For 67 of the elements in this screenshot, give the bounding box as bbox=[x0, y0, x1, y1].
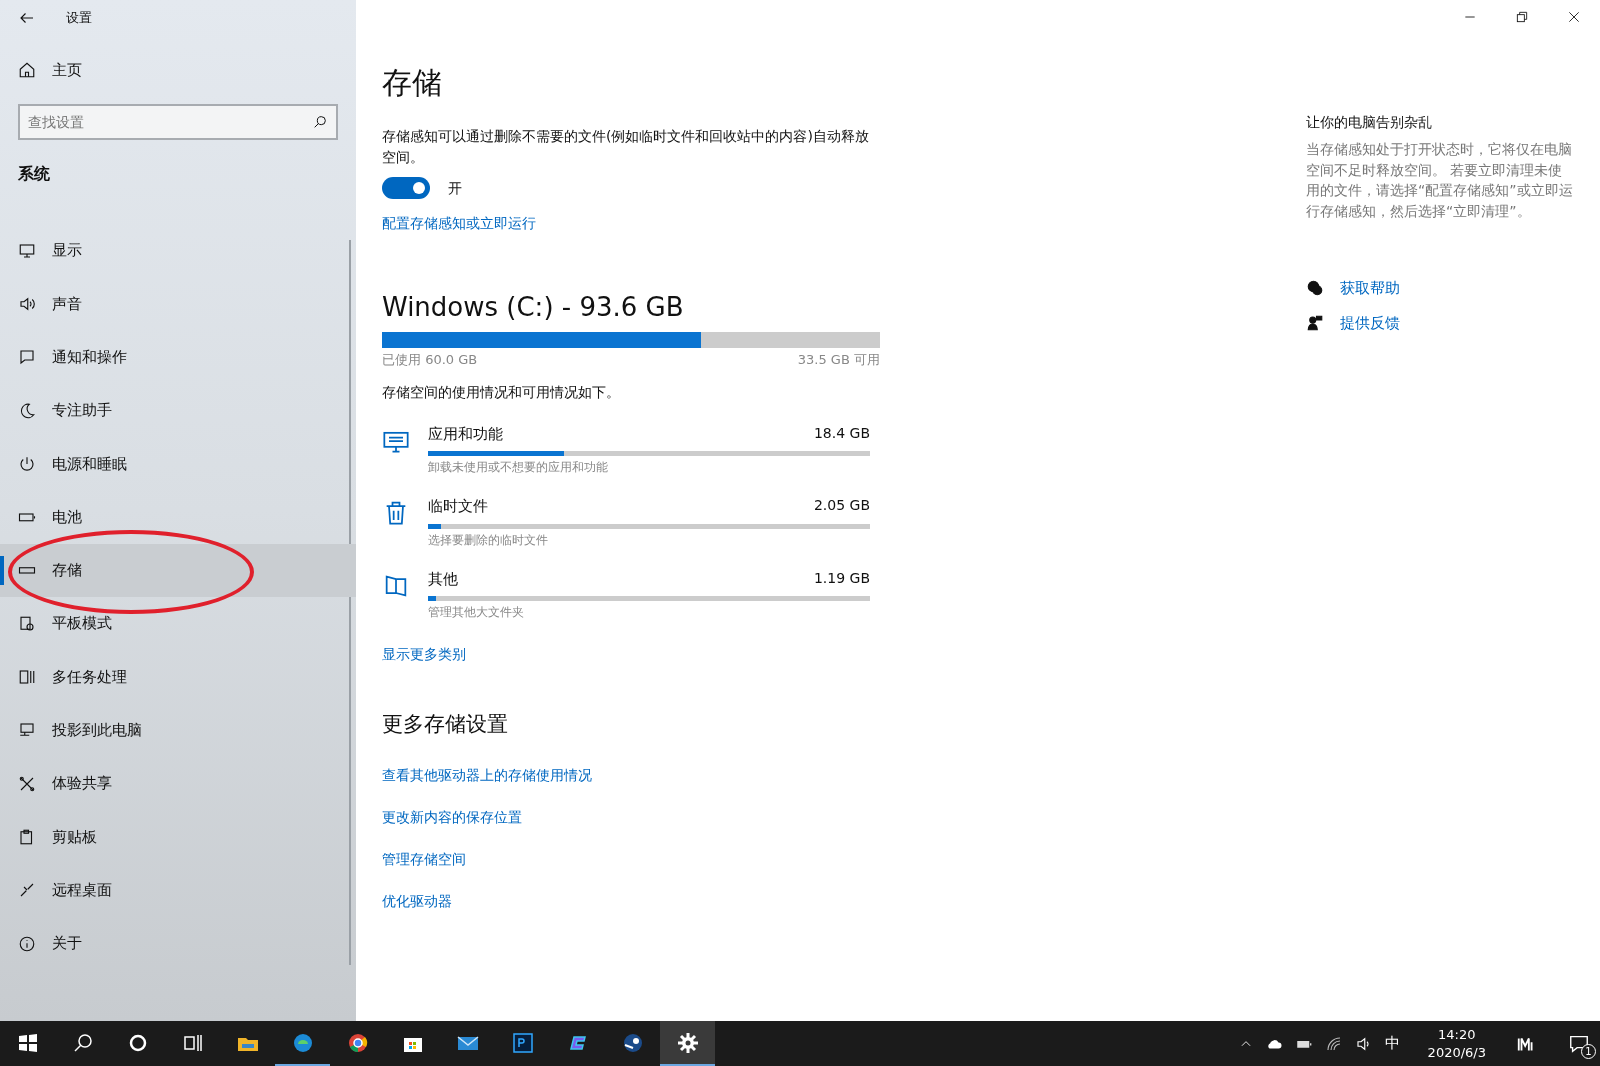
category-size: 1.19 GB bbox=[813, 568, 870, 588]
image-editor-icon bbox=[510, 1030, 535, 1055]
section-heading: 系统 bbox=[17, 163, 50, 185]
used-space-text: 已使用 60.0 GB bbox=[382, 351, 478, 369]
sidebar-item[interactable]: 多任务处理 bbox=[0, 650, 356, 704]
sidebar-item[interactable]: 声音 bbox=[0, 277, 356, 331]
search-field[interactable]: 查找设置 bbox=[18, 104, 338, 140]
show-more-link[interactable]: 显示更多类别 bbox=[382, 646, 466, 662]
panel-heading: 让你的电脑告别杂乱 bbox=[1306, 113, 1432, 132]
feedback-icon bbox=[1306, 313, 1324, 332]
usage-note: 存储空间的使用情况和可用情况如下。 bbox=[382, 382, 620, 402]
close-icon[interactable] bbox=[1567, 10, 1581, 24]
settings-link[interactable]: 查看其他驱动器上的存储使用情况 bbox=[382, 766, 592, 783]
category-size: 2.05 GB bbox=[813, 496, 870, 515]
clock-time[interactable]: 14:20 bbox=[1427, 1025, 1486, 1044]
panel-text: 当存储感知处于打开状态时，它将仅在电脑空间不足时释放空间。 若要立即清理未使用的文件，请选择“配置存储感知”或立即运行存储感知，然后选择“立即清理”。 bbox=[1306, 140, 1574, 221]
restore-icon[interactable] bbox=[1515, 10, 1529, 24]
sidebar-item[interactable]: 电源和睡眠 bbox=[0, 437, 356, 491]
power-icon bbox=[18, 454, 36, 473]
notification-count: 1 bbox=[1581, 1043, 1596, 1059]
category-name[interactable]: 应用和功能 bbox=[428, 422, 503, 445]
window-title: 设置 bbox=[66, 9, 92, 28]
sidebar-item[interactable]: 平板模式 bbox=[0, 597, 356, 651]
sidebar-item[interactable]: 显示 bbox=[0, 224, 356, 278]
tablet-icon bbox=[18, 614, 36, 633]
category-hint: 管理其他大文件夹 bbox=[428, 604, 524, 621]
category-name[interactable]: 临时文件 bbox=[428, 495, 488, 518]
free-space-text: 33.5 GB 可用 bbox=[797, 351, 880, 369]
description-text: 存储感知可以通过删除不需要的文件(例如临时文件和回收站中的内容)自动释放空间。 bbox=[382, 127, 870, 167]
home-link[interactable]: 主页 bbox=[52, 58, 82, 82]
multitask-icon bbox=[18, 668, 36, 686]
display-icon bbox=[18, 241, 36, 260]
category-size: 18.4 GB bbox=[813, 423, 870, 443]
category-hint: 卸载未使用或不想要的应用和功能 bbox=[428, 459, 608, 476]
clock-date[interactable]: 2020/6/3 bbox=[1427, 1043, 1486, 1062]
settings-link[interactable]: 优化驱动器 bbox=[382, 892, 452, 909]
wifi-icon[interactable] bbox=[1324, 1034, 1343, 1053]
settings-link[interactable]: 管理存储空间 bbox=[382, 850, 466, 867]
search-icon[interactable] bbox=[312, 114, 328, 130]
page-title: 存储 bbox=[382, 64, 442, 102]
sidebar-item[interactable]: 专注助手 bbox=[0, 383, 356, 438]
sidebar-item[interactable]: 通知和操作 bbox=[0, 330, 356, 384]
notify-icon bbox=[18, 348, 36, 367]
category-hint: 选择要删除的临时文件 bbox=[428, 531, 548, 549]
drive-title: Windows (C:) - 93.6 GB bbox=[382, 291, 684, 324]
settings-link[interactable]: 更改新内容的保存位置 bbox=[382, 808, 522, 825]
sidebar-item[interactable]: 电池 bbox=[0, 490, 356, 544]
sidebar-item[interactable]: 存储 bbox=[0, 543, 356, 598]
sidebar-item[interactable]: 远程桌面 bbox=[0, 863, 356, 917]
sidebar-item[interactable]: 剪贴板 bbox=[0, 810, 356, 864]
sidebar-item[interactable]: 关于 bbox=[0, 916, 356, 971]
settings-icon bbox=[675, 1030, 700, 1055]
panel-link[interactable]: 获取帮助 bbox=[1340, 277, 1400, 300]
section-heading: 更多存储设置 bbox=[382, 711, 508, 738]
about-icon bbox=[18, 934, 36, 953]
input-method-indicator[interactable]: 中 bbox=[1384, 1032, 1400, 1055]
toggle-label: 开 bbox=[448, 178, 462, 198]
focus-icon bbox=[18, 401, 36, 420]
home-icon[interactable] bbox=[18, 61, 36, 79]
configure-link[interactable]: 配置存储感知或立即运行 bbox=[382, 215, 536, 231]
category-name[interactable]: 其他 bbox=[428, 567, 458, 590]
taskbar-button[interactable] bbox=[660, 1021, 715, 1066]
share-icon bbox=[18, 774, 36, 793]
sidebar-item[interactable]: 体验共享 bbox=[0, 756, 356, 811]
panel-link[interactable]: 提供反馈 bbox=[1340, 311, 1400, 334]
sidebar-item[interactable]: 投影到此电脑 bbox=[0, 703, 356, 757]
toggle-switch[interactable] bbox=[382, 177, 430, 199]
